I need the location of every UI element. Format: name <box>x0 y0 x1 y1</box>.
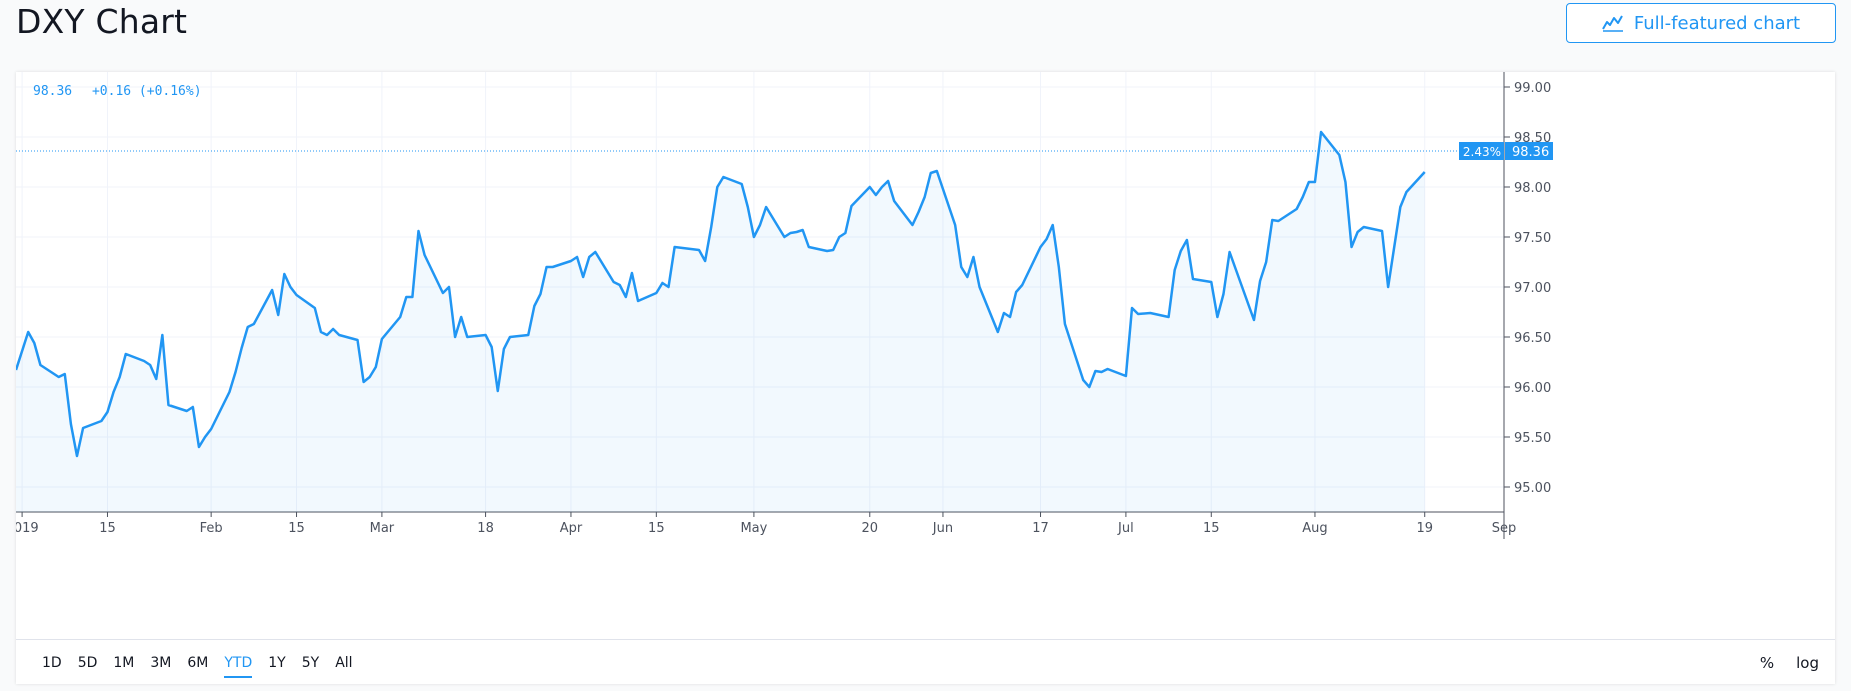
x-tick-label: Aug <box>1302 521 1327 536</box>
x-tick-label: Apr <box>560 521 583 536</box>
percent-scale-toggle[interactable]: % <box>1760 654 1774 672</box>
y-tick-label: 98.00 <box>1514 181 1551 196</box>
page-title: DXY Chart <box>16 2 188 41</box>
range-3m[interactable]: 3M <box>142 651 179 675</box>
range-1m[interactable]: 1M <box>105 651 142 675</box>
x-tick-label: Jun <box>932 521 953 536</box>
chart-legend: 98.36 +0.16 (+0.16%) <box>33 84 214 99</box>
y-tick-label: 95.00 <box>1514 481 1551 496</box>
y-tick-label: 95.50 <box>1514 431 1551 446</box>
range-selector: 1D 5D 1M 3M 6M YTD 1Y 5Y All <box>34 651 361 678</box>
full-featured-chart-button[interactable]: Full-featured chart <box>1566 3 1836 43</box>
range-ytd[interactable]: YTD <box>216 651 260 678</box>
range-5d[interactable]: 5D <box>70 651 106 675</box>
legend-change: +0.16 (+0.16%) <box>91 84 202 99</box>
series-area <box>16 132 1425 512</box>
x-tick-label: May <box>740 521 767 536</box>
x-tick-label: 15 <box>288 521 305 536</box>
full-featured-chart-label: Full-featured chart <box>1633 12 1801 34</box>
x-tick-label: 15 <box>99 521 116 536</box>
log-scale-toggle[interactable]: log <box>1796 654 1819 672</box>
x-tick-label: 15 <box>648 521 665 536</box>
legend-last-value: 98.36 <box>33 84 73 99</box>
x-tick-label: Jul <box>1117 521 1134 536</box>
x-tick-label: 2019 <box>16 521 39 536</box>
y-tick-label: 96.00 <box>1514 381 1551 396</box>
percent-label: 2.43% <box>1463 145 1501 159</box>
y-tick-label: 96.50 <box>1514 331 1551 346</box>
x-tick-label: 20 <box>861 521 878 536</box>
last-price-label: 98.36 <box>1512 145 1549 160</box>
range-1y[interactable]: 1Y <box>260 651 293 675</box>
range-6m[interactable]: 6M <box>179 651 216 675</box>
bottom-toolbar: 1D 5D 1M 3M 6M YTD 1Y 5Y All % log <box>16 639 1835 685</box>
x-tick-label: Mar <box>370 521 395 536</box>
chart-plot[interactable]: 95.0095.5096.0096.5097.0097.5098.0098.50… <box>16 72 1835 639</box>
x-tick-label: 17 <box>1032 521 1049 536</box>
y-tick-label: 97.00 <box>1514 281 1551 296</box>
y-tick-label: 97.50 <box>1514 231 1551 246</box>
range-all[interactable]: All <box>327 651 360 675</box>
x-tick-label: 15 <box>1203 521 1220 536</box>
x-tick-label: 18 <box>477 521 494 536</box>
x-tick-label: Feb <box>200 521 223 536</box>
x-tick-label: 19 <box>1416 521 1433 536</box>
scale-toggles: % log <box>1738 640 1819 685</box>
range-1d[interactable]: 1D <box>34 651 70 675</box>
range-5y[interactable]: 5Y <box>294 651 327 675</box>
chart-card: 95.00 95.50 96.00 96.50 97.00 97.50 98.00 98.50… <box>16 72 1835 684</box>
chart-trend-icon <box>1602 15 1623 32</box>
y-tick-label: 99.00 <box>1514 81 1551 96</box>
